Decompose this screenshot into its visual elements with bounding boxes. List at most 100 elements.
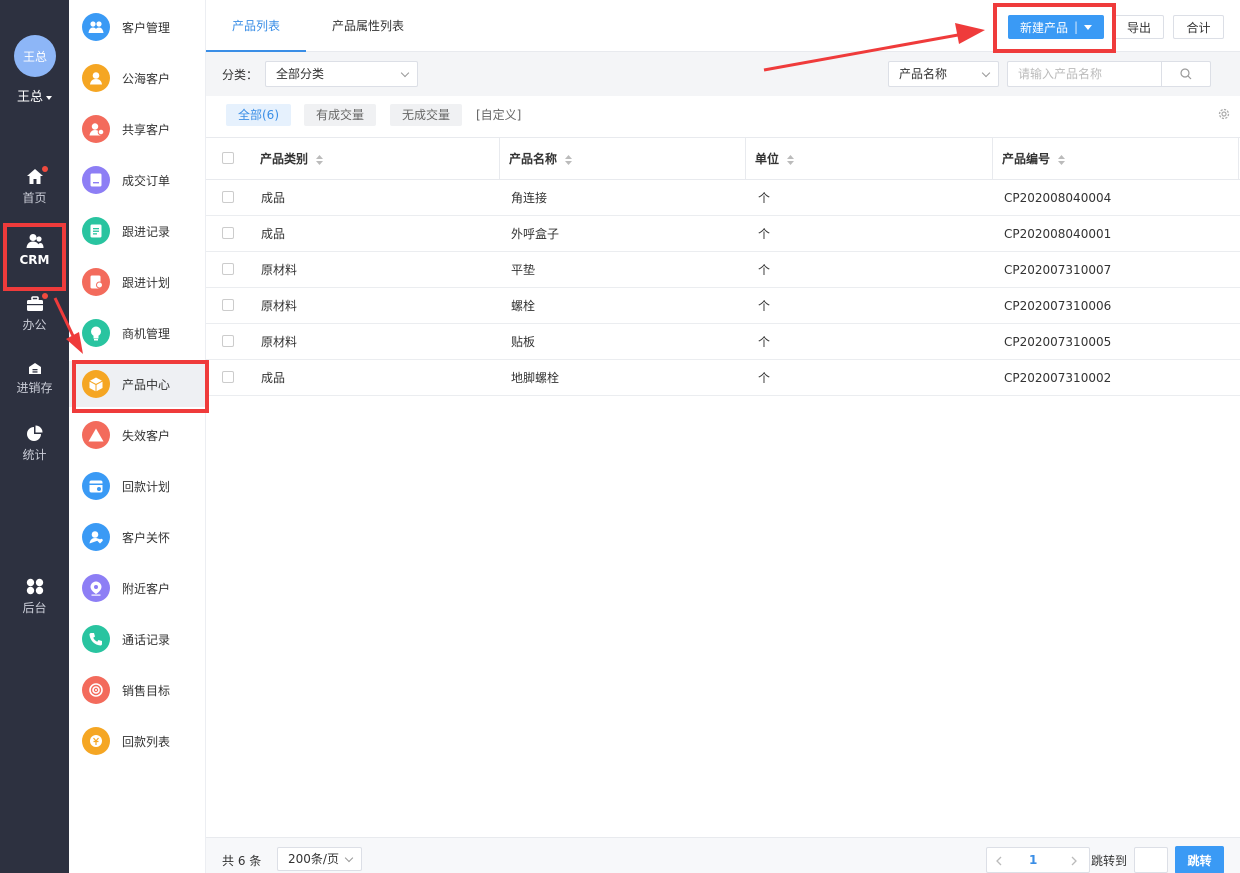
cell-name: 角连接 [511,191,548,205]
menu-item-followup-plans[interactable]: 跟进计划 [69,259,206,305]
chip-with-deals[interactable]: 有成交量 [304,104,377,126]
cell-name: 螺栓 [511,299,536,313]
column-header-name[interactable]: 产品名称 [500,138,746,180]
cell-code: CP202007310002 [1004,371,1112,385]
total-count: 共 6 条 [222,854,262,868]
nav-item-crm[interactable]: CRM [0,233,69,267]
row-checkbox[interactable] [222,371,234,383]
nav-item-inventory[interactable]: 进销存 [0,362,69,396]
menu-item-payment-plans[interactable]: 回款计划 [69,463,206,509]
table-row[interactable]: 成品 角连接 个 CP202008040004 [206,180,1240,216]
chevron-down-icon [981,68,991,78]
search-icon [1180,68,1192,80]
menu-item-orders[interactable]: 成交订单 [69,157,206,203]
settings-gear-icon[interactable] [1217,107,1231,121]
grid-icon [26,578,43,595]
column-header-category[interactable]: 产品类别 [248,138,500,180]
target-icon [82,676,110,704]
column-header-unit[interactable]: 单位 [746,138,993,180]
shared-customer-icon [82,115,110,143]
nav-item-home[interactable]: 首页 [0,166,69,206]
total-button[interactable]: 合计 [1173,15,1224,39]
menu-item-call-records[interactable]: 通话记录 [69,616,206,662]
followup-plan-icon [82,268,110,296]
caret-down-icon [46,95,52,100]
menu-item-sales-target[interactable]: 销售目标 [69,667,206,713]
menu-item-public-customers[interactable]: 公海客户 [69,55,206,101]
cell-name: 平垫 [511,263,536,277]
table-row[interactable]: 成品 地脚螺栓 个 CP202007310002 [206,360,1240,396]
nav-item-stats[interactable]: 统计 [0,425,69,463]
menu-item-payment-list[interactable]: 回款列表 [69,718,206,764]
search-field-select[interactable]: 产品名称 [888,61,999,87]
nav-label: 办公 [22,318,47,332]
table-row[interactable]: 成品 外呼盒子 个 CP202008040001 [206,216,1240,252]
user-name: 王总 [16,90,43,105]
column-header-code[interactable]: 产品编号 [993,138,1239,180]
menu-item-customer-management[interactable]: 客户管理 [69,4,206,50]
search-input[interactable] [1007,61,1162,87]
menu-item-nearby-customers[interactable]: 附近客户 [69,565,206,611]
export-button[interactable]: 导出 [1114,15,1164,39]
prev-page-icon[interactable] [995,856,1002,866]
cell-category: 原材料 [261,299,298,313]
next-page-icon[interactable] [1071,856,1078,866]
order-icon [82,166,110,194]
menu-label: 回款计划 [122,479,171,494]
row-checkbox[interactable] [222,263,234,275]
menu-item-shared-customers[interactable]: 共享客户 [69,106,206,152]
product-box-icon [82,370,110,398]
warning-icon [82,421,110,449]
chevron-down-icon [344,853,354,863]
row-checkbox[interactable] [222,299,234,311]
menu-item-opportunities[interactable]: 商机管理 [69,310,206,356]
chip-custom[interactable]: [自定义] [476,104,521,126]
nav-item-admin[interactable]: 后台 [0,578,69,616]
user-menu[interactable]: 王总 [0,86,69,105]
menu-item-invalid-customers[interactable]: 失效客户 [69,412,206,458]
sort-icon [565,154,573,165]
page-number-current[interactable]: 1 [1029,853,1037,867]
page-size-select[interactable]: 200条/页 [277,847,362,871]
menu-label: 共享客户 [122,122,171,137]
menu-label: 附近客户 [122,581,171,596]
jump-page-input[interactable] [1134,847,1168,873]
menu-label: 跟进记录 [122,224,171,239]
cell-unit: 个 [758,335,771,349]
category-select[interactable]: 全部分类 [265,61,418,87]
chip-all[interactable]: 全部(6) [226,104,291,126]
select-all-checkbox[interactable] [222,152,234,164]
cell-code: CP202007310007 [1004,263,1112,277]
table-row[interactable]: 原材料 平垫 个 CP202007310007 [206,252,1240,288]
jump-button[interactable]: 跳转 [1175,846,1224,873]
menu-label: 销售目标 [122,683,171,698]
avatar[interactable]: 王总 [14,35,56,77]
notification-dot [42,166,48,172]
menu-item-product-center[interactable]: 产品中心 [69,361,206,407]
row-checkbox[interactable] [222,227,234,239]
tab-product-list[interactable]: 产品列表 [206,0,306,52]
menu-label: 成交订单 [122,173,171,188]
followup-record-icon [82,217,110,245]
cell-code: CP202008040001 [1004,227,1112,241]
menu-item-followup-records[interactable]: 跟进记录 [69,208,206,254]
home-icon [26,169,43,184]
search-button[interactable] [1161,61,1211,87]
chip-without-deals[interactable]: 无成交量 [390,104,463,126]
public-customer-icon [82,64,110,92]
sort-icon [316,154,324,165]
cell-category: 原材料 [261,263,298,277]
menu-label: 回款列表 [122,734,171,749]
row-checkbox[interactable] [222,191,234,203]
menu-item-customer-care[interactable]: 客户关怀 [69,514,206,560]
nav-item-office[interactable]: 办公 [0,293,69,333]
menu-label: 失效客户 [122,428,171,443]
table-row[interactable]: 原材料 贴板 个 CP202007310005 [206,324,1240,360]
row-checkbox[interactable] [222,335,234,347]
table-row[interactable]: 原材料 螺栓 个 CP202007310006 [206,288,1240,324]
tab-product-attributes[interactable]: 产品属性列表 [332,0,404,52]
jump-label: 跳转到 [1091,854,1128,868]
header-label: 单位 [755,152,780,166]
new-product-button[interactable]: 新建产品 | [1008,15,1104,39]
filter-bar: 分类： 全部分类 产品名称 [206,52,1240,96]
